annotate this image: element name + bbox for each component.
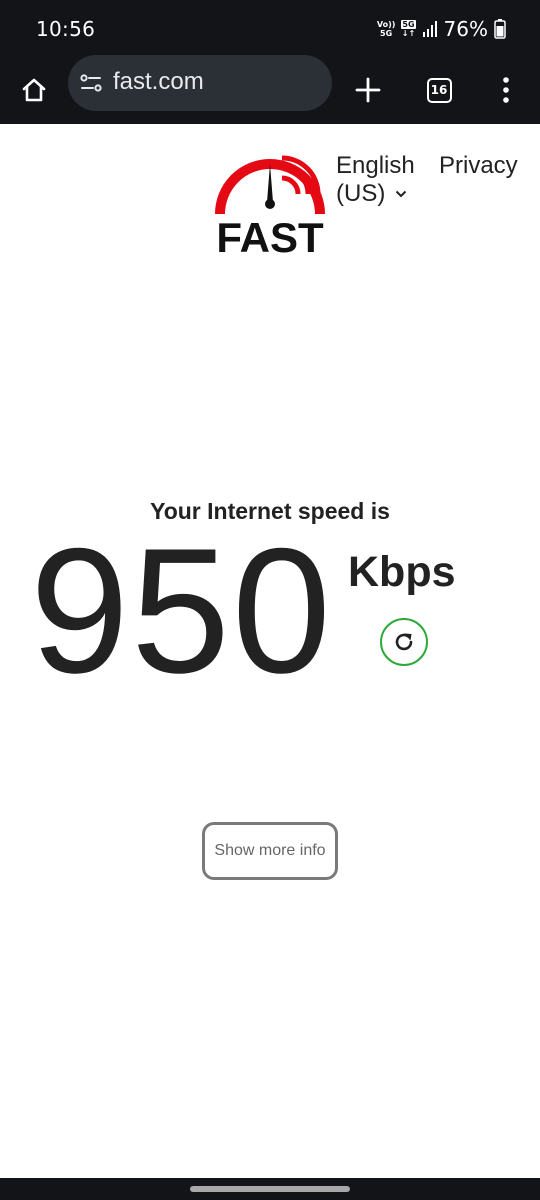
reload-icon	[395, 633, 413, 651]
battery-icon	[494, 19, 506, 39]
language-label: English	[336, 152, 415, 179]
5g-data-indicator: 5G ↓↑	[401, 20, 416, 38]
more-options-icon	[503, 77, 509, 103]
status-time: 10:56	[36, 17, 96, 41]
tab-switcher-button[interactable]: 16	[415, 66, 463, 114]
chevron-down-icon	[396, 190, 407, 198]
url-text[interactable]: fast.com	[113, 68, 204, 96]
logo-wordmark: FAST	[216, 214, 324, 261]
retest-button[interactable]	[380, 618, 428, 666]
new-tab-button[interactable]	[344, 66, 392, 114]
battery-percent: 76%	[443, 17, 488, 41]
system-nav-bar	[0, 1178, 540, 1200]
speed-units: Kbps	[348, 548, 456, 596]
speedometer-logo-icon	[215, 155, 325, 215]
show-more-info-button[interactable]: Show more info	[202, 822, 338, 880]
more-options-button[interactable]	[482, 66, 530, 114]
language-selector[interactable]: English (US)	[336, 152, 415, 208]
status-icons: Vo)) 5G 5G ↓↑ 76%	[377, 16, 506, 42]
gesture-handle[interactable]	[190, 1186, 350, 1192]
language-region: (US)	[336, 180, 386, 207]
tab-switcher-icon: 16	[426, 77, 452, 103]
fast-logo[interactable]: FAST	[212, 152, 328, 261]
volte-indicator: Vo)) 5G	[376, 20, 396, 38]
speed-value: 950	[30, 511, 333, 710]
page-content: FAST English (US) Privacy Your Internet …	[0, 124, 540, 1178]
signal-strength-icon	[422, 21, 437, 37]
new-tab-icon	[355, 77, 381, 103]
site-settings-icon[interactable]	[80, 73, 102, 93]
home-icon	[22, 78, 46, 102]
privacy-link[interactable]: Privacy	[439, 152, 518, 180]
status-bar: 10:56 Vo)) 5G 5G ↓↑ 76%	[0, 0, 540, 56]
home-button[interactable]	[10, 66, 58, 114]
